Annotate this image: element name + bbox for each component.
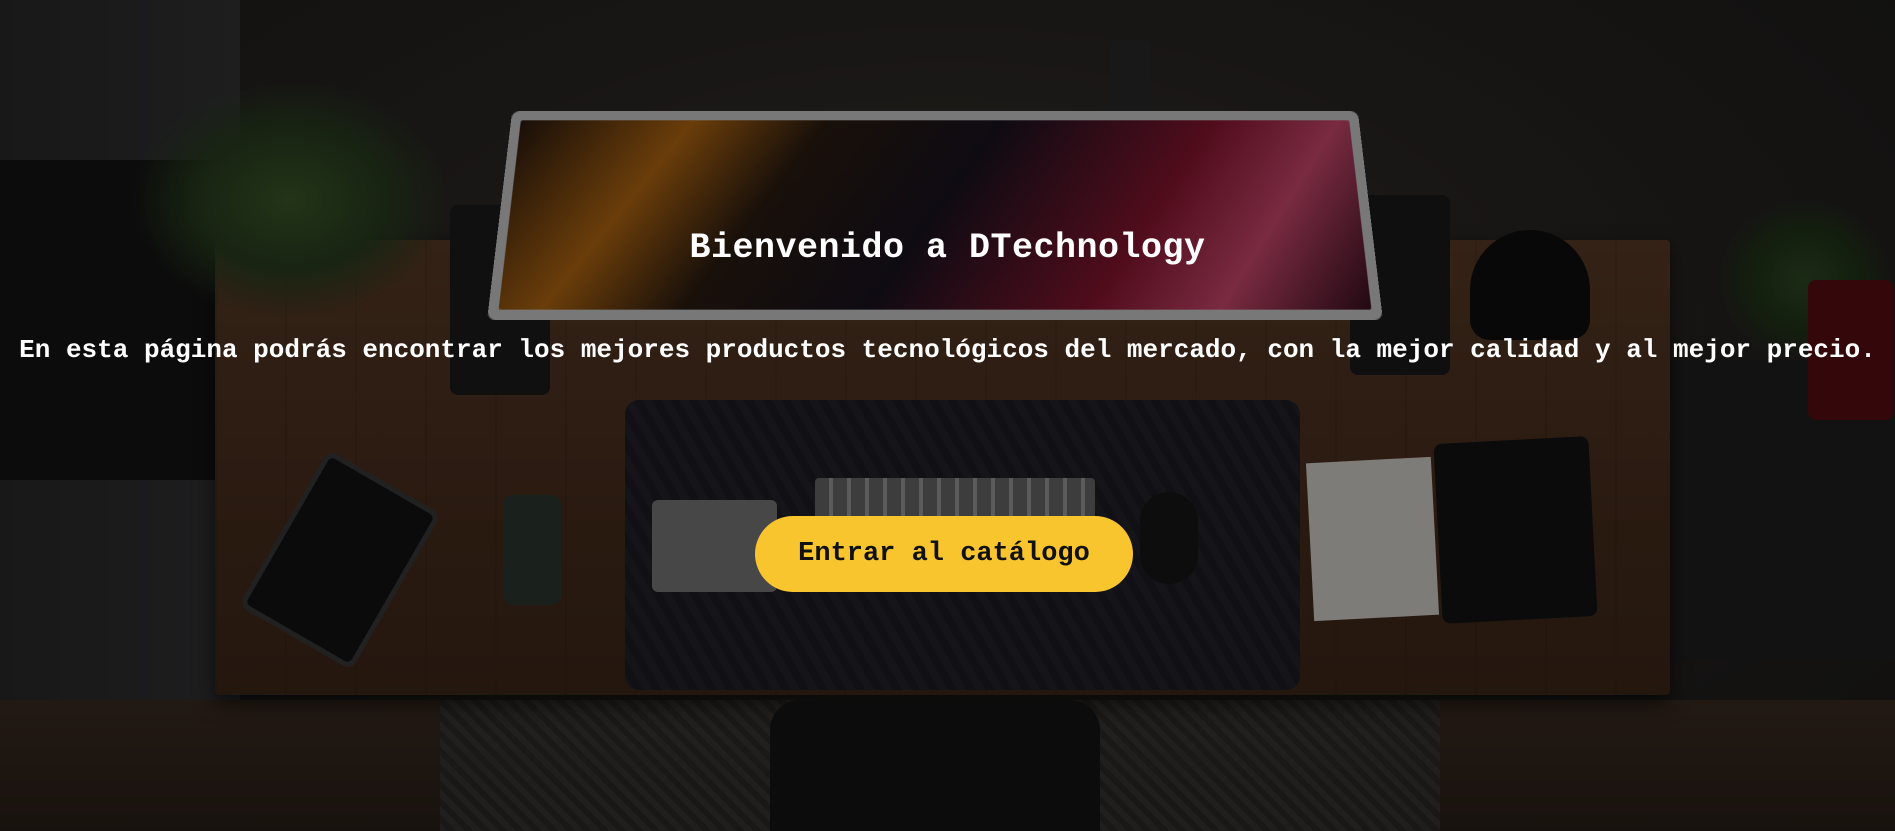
hero-title: Bienvenido a DTechnology	[689, 228, 1206, 268]
hero-content: Bienvenido a DTechnology En esta página …	[0, 0, 1895, 831]
enter-catalog-button[interactable]: Entrar al catálogo	[755, 516, 1133, 592]
hero-section: Bienvenido a DTechnology En esta página …	[0, 0, 1895, 831]
hero-subtitle: En esta página podrás encontrar los mejo…	[19, 335, 1876, 365]
